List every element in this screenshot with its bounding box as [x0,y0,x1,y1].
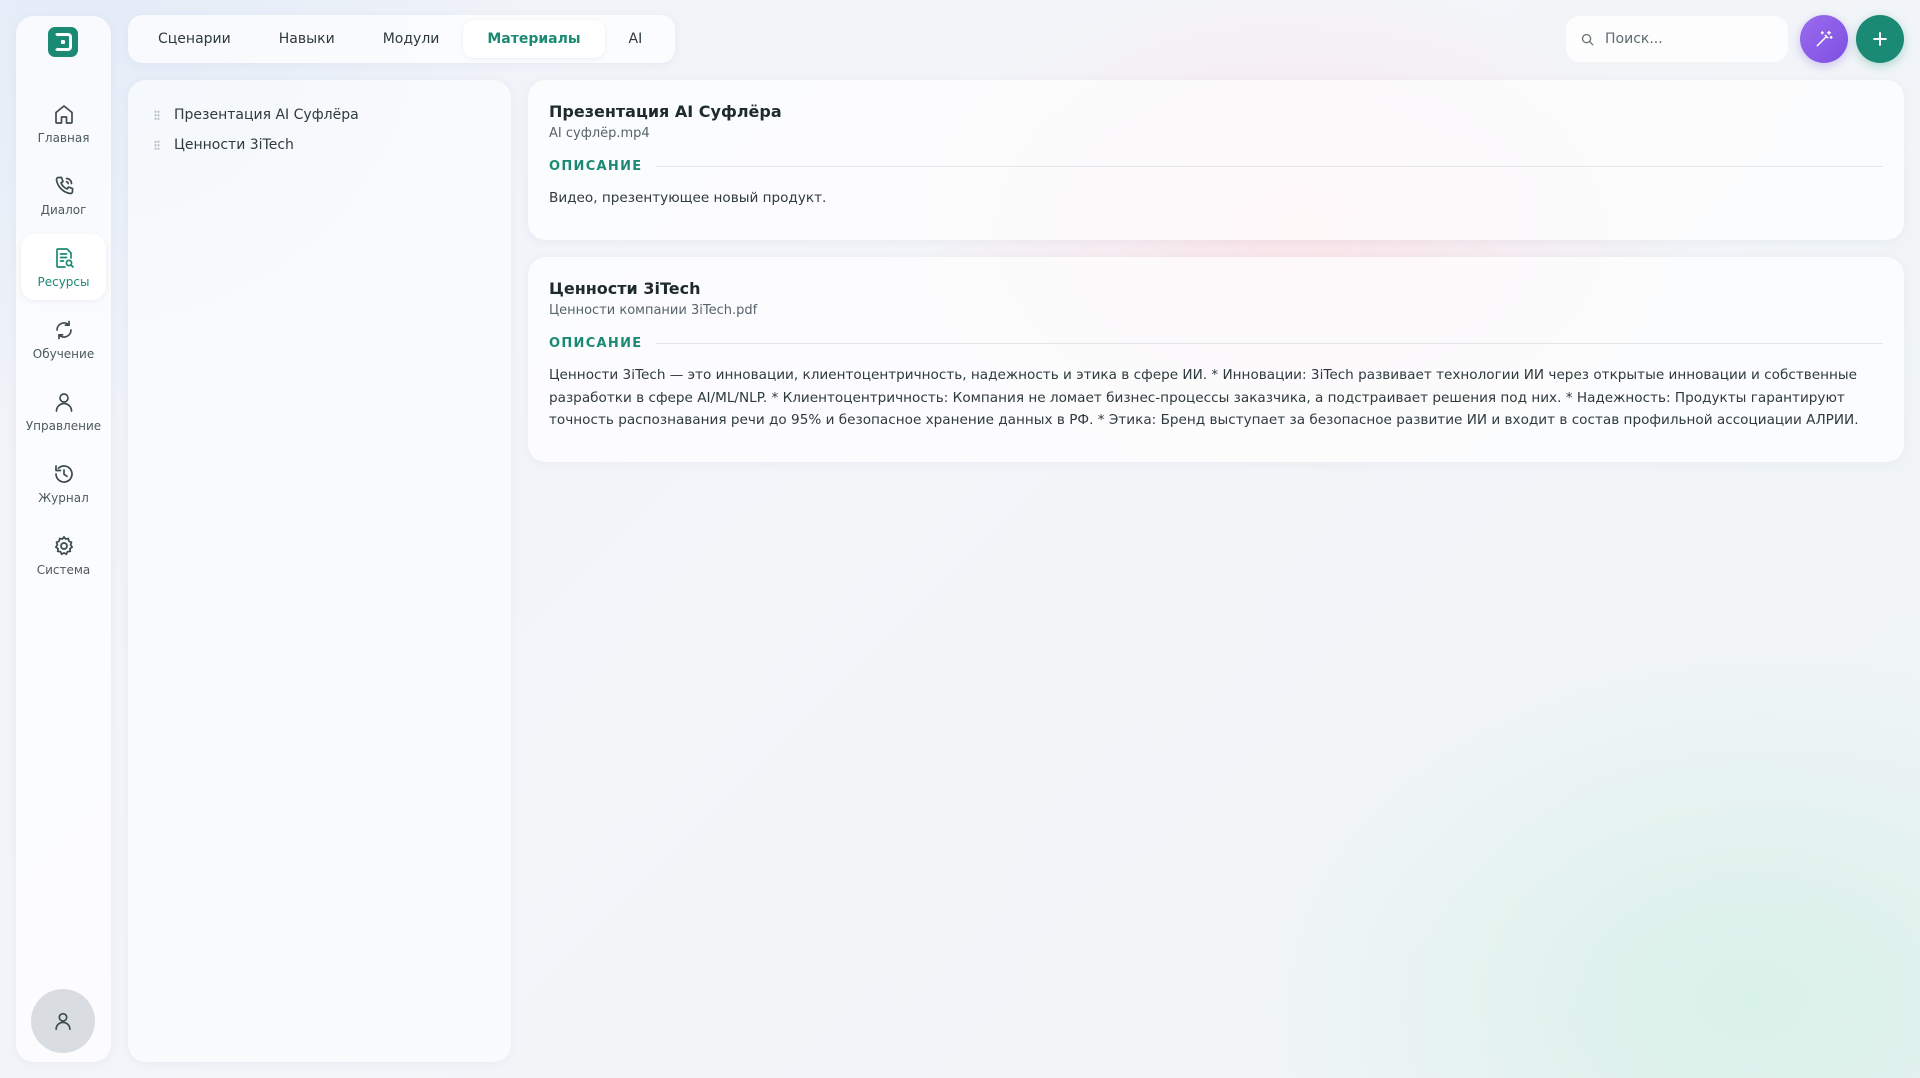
list-item[interactable]: Ценности 3iTech [128,130,511,160]
description-header: ОПИСАНИЕ [549,159,1883,174]
tab-ai[interactable]: AI [605,20,667,58]
sidebar-item-journal[interactable]: Журнал [21,450,106,516]
refresh-icon [55,320,72,339]
material-file-name: AI суфлёр.mp4 [549,126,650,141]
phone-icon [55,176,73,194]
drag-handle-icon[interactable] [154,110,160,120]
material-card[interactable]: Презентация AI Суфлёра AI суфлёр.mp4 ОПИ… [528,80,1904,240]
sidebar-item-label: Диалог [40,202,87,217]
sidebar: Главная Диалог Ресурсы Обучение Управлен… [16,16,111,1062]
history-icon [54,464,73,483]
gear-icon [54,535,73,555]
search-icon [1581,33,1594,45]
material-description: Видео, презентующее новый продукт. [549,190,827,206]
sidebar-item-label: Главная [37,130,90,145]
sidebar-item-label: Ресурсы [37,274,90,289]
sidebar-item-resources[interactable]: Ресурсы [21,234,106,300]
sidebar-item-training[interactable]: Обучение [21,306,106,372]
sidebar-item-label: Система [36,562,91,577]
drag-handle-icon[interactable] [154,140,160,150]
sidebar-item-label: Управление [25,418,102,433]
materials-list: Презентация AI Суфлёра Ценности 3iTech [128,80,511,1062]
user-icon [55,1012,71,1031]
logo-icon [48,27,78,57]
tab-materials[interactable]: Материалы [463,20,605,58]
tab-modules[interactable]: Модули [359,20,464,58]
section-tabs: Сценарии Навыки Модули Материалы AI [128,15,675,63]
material-title: Презентация AI Суфлёра [549,102,782,121]
tab-skills[interactable]: Навыки [255,20,359,58]
search-input[interactable] [1603,30,1777,48]
material-title: Ценности 3iTech [549,279,701,298]
sidebar-item-system[interactable]: Система [21,522,106,588]
avatar[interactable] [31,989,95,1053]
sidebar-item-home[interactable]: Главная [21,90,106,156]
divider [656,343,1883,344]
tab-scenarios[interactable]: Сценарии [134,20,255,58]
description-label: ОПИСАНИЕ [549,159,643,174]
description-label: ОПИСАНИЕ [549,336,643,351]
document-search-icon [55,247,74,268]
list-item-label: Ценности 3iTech [174,137,294,153]
list-item[interactable]: Презентация AI Суфлёра [128,100,511,130]
search-box [1566,16,1788,62]
list-item-label: Презентация AI Суфлёра [174,107,359,123]
material-card[interactable]: Ценности 3iTech Ценности компании 3iTech… [528,257,1904,462]
add-material-button[interactable] [1856,15,1904,63]
magic-wand-icon [1816,30,1833,47]
home-icon [54,104,73,124]
sidebar-item-label: Обучение [32,346,95,361]
app-logo[interactable] [32,20,94,64]
description-header: ОПИСАНИЕ [549,336,1883,351]
ai-magic-button[interactable] [1800,15,1848,63]
divider [656,166,1883,167]
plus-icon [1873,32,1887,46]
sidebar-item-dialog[interactable]: Диалог [21,162,106,228]
material-description: Ценности 3iTech — это инновации, клиенто… [549,367,1859,428]
user-icon [55,392,72,412]
material-file-name: Ценности компании 3iTech.pdf [549,303,758,318]
sidebar-item-label: Журнал [38,490,89,505]
sidebar-item-management[interactable]: Управление [21,378,106,444]
